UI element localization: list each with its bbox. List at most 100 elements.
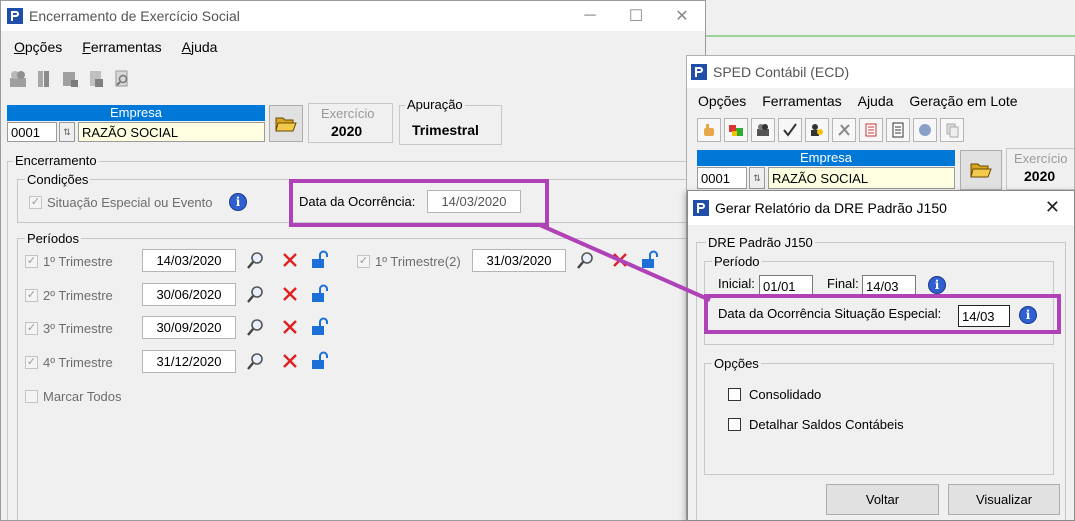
dre-dialog: Gerar Relatório da DRE Padrão J150 ✕ DRE…	[687, 190, 1075, 521]
title-bar[interactable]: SPED Contábil (ECD)	[687, 56, 1074, 88]
periodo-4-date[interactable]: 31/12/2020	[142, 350, 236, 373]
desktop-green-line	[706, 35, 1075, 37]
empresa-spin-button[interactable]: ⇅	[749, 167, 765, 189]
search-icon[interactable]	[245, 350, 267, 372]
unlock-icon[interactable]	[309, 249, 331, 271]
unlock-icon[interactable]	[639, 249, 661, 271]
menu-ferramentas[interactable]: Ferramentas	[82, 39, 161, 55]
delete-icon[interactable]	[279, 249, 301, 271]
checkbox-checked-icon: ✓	[25, 289, 38, 302]
database-icon[interactable]	[59, 68, 81, 90]
close-icon[interactable]: ✕	[659, 1, 705, 31]
apuracao-label: Apuração	[405, 97, 465, 112]
highlight-data-ocorrencia-encerramento	[289, 179, 549, 227]
periodo-3-date[interactable]: 30/09/2020	[142, 316, 236, 339]
periodos-group	[17, 238, 703, 520]
periodo-1-checkbox[interactable]: ✓ 1º Trimestre	[25, 254, 113, 269]
empresa-header: Empresa	[7, 105, 265, 121]
checkbox-checked-icon: ✓	[29, 196, 42, 209]
delete-icon[interactable]	[279, 316, 301, 338]
dialog-title-bar[interactable]: Gerar Relatório da DRE Padrão J150 ✕	[688, 191, 1074, 225]
unlock-icon[interactable]	[309, 283, 331, 305]
document-lock-icon[interactable]	[85, 68, 107, 90]
menu-ajuda[interactable]: Ajuda	[182, 39, 218, 55]
open-folder-button[interactable]	[269, 105, 303, 142]
marcar-todos-checkbox[interactable]: Marcar Todos	[25, 389, 122, 404]
checkbox-checked-icon: ✓	[25, 322, 38, 335]
books-icon[interactable]	[33, 68, 55, 90]
dialog-title: Gerar Relatório da DRE Padrão J150	[715, 200, 947, 216]
search-icon[interactable]	[245, 283, 267, 305]
search-icon[interactable]	[245, 249, 267, 271]
person-search-icon[interactable]	[805, 118, 829, 142]
menu-ajuda[interactable]: Ajuda	[858, 93, 894, 109]
empresa-code-field[interactable]: 0001	[7, 122, 57, 142]
highlight-data-ocorrencia-dre	[704, 294, 1061, 334]
copy-icon[interactable]	[940, 118, 964, 142]
users-icon[interactable]	[751, 118, 775, 142]
periodo-2-checkbox[interactable]: ✓ 2º Trimestre	[25, 288, 113, 303]
checkbox-checked-icon: ✓	[25, 356, 38, 369]
exercicio-label: Exercício	[1012, 151, 1070, 166]
tools-icon[interactable]	[832, 118, 856, 142]
encerramento-label: Encerramento	[13, 153, 99, 168]
encerramento-window: Encerramento de Exercício Social ─ ☐ ✕ O…	[0, 0, 706, 521]
periodo-4-checkbox[interactable]: ✓ 4º Trimestre	[25, 355, 113, 370]
report-search-icon[interactable]	[111, 68, 133, 90]
inicial-label: Inicial:	[718, 276, 755, 291]
menu-opcoes[interactable]: Opções	[14, 39, 62, 55]
checkbox-checked-icon: ✓	[357, 255, 370, 268]
open-folder-icon	[970, 163, 992, 178]
condicoes-label: Condições	[25, 172, 91, 187]
list-icon[interactable]	[859, 118, 883, 142]
checkbox-checked-icon: ✓	[25, 255, 38, 268]
empresa-spin-button[interactable]: ⇅	[59, 122, 75, 142]
hand-icon[interactable]	[697, 118, 721, 142]
menu-geracao-lote[interactable]: Geração em Lote	[909, 93, 1017, 109]
visualizar-button[interactable]: Visualizar	[948, 484, 1060, 515]
apuracao-value: Trimestral	[412, 122, 479, 138]
checkbox-unchecked-icon	[25, 390, 38, 403]
info-icon[interactable]: i	[227, 191, 249, 213]
checkmark-icon[interactable]	[778, 118, 802, 142]
periodo-2-date[interactable]: 30/06/2020	[142, 283, 236, 306]
users-icon[interactable]	[7, 68, 29, 90]
periodo-3-checkbox[interactable]: ✓ 3º Trimestre	[25, 321, 113, 336]
periodo-1-date[interactable]: 14/03/2020	[142, 249, 236, 272]
open-folder-button[interactable]	[960, 150, 1002, 190]
app-logo-icon	[691, 64, 707, 80]
app-logo-icon	[7, 8, 23, 24]
periodo-extra-checkbox[interactable]: ✓ 1º Trimestre(2)	[357, 254, 461, 269]
document-icon[interactable]	[886, 118, 910, 142]
title-bar[interactable]: Encerramento de Exercício Social ─ ☐ ✕	[1, 1, 705, 31]
unlock-icon[interactable]	[309, 350, 331, 372]
close-icon[interactable]: ✕	[1045, 197, 1060, 218]
exercicio-label: Exercício	[319, 106, 377, 121]
search-icon[interactable]	[575, 249, 597, 271]
delete-icon[interactable]	[279, 350, 301, 372]
opcoes-label: Opções	[712, 356, 761, 371]
menu-ferramentas[interactable]: Ferramentas	[762, 93, 841, 109]
empresa-name-field[interactable]: RAZÃO SOCIAL	[768, 167, 955, 189]
delete-icon[interactable]	[609, 249, 631, 271]
info-icon[interactable]: i	[926, 274, 948, 296]
empresa-code-field[interactable]: 0001	[697, 167, 747, 189]
voltar-button[interactable]: Voltar	[826, 484, 939, 515]
periodos-label: Períodos	[25, 231, 82, 246]
consolidado-checkbox[interactable]: Consolidado	[728, 387, 821, 402]
periodo-label: Período	[712, 254, 762, 269]
maximize-icon[interactable]: ☐	[613, 1, 659, 31]
delete-icon[interactable]	[279, 283, 301, 305]
detalhar-saldos-checkbox[interactable]: Detalhar Saldos Contábeis	[728, 417, 904, 432]
minimize-icon[interactable]: ─	[567, 1, 613, 31]
window-title: SPED Contábil (ECD)	[713, 64, 850, 80]
search-icon[interactable]	[245, 316, 267, 338]
periodo-extra-date[interactable]: 31/03/2020	[472, 249, 566, 272]
unlock-icon[interactable]	[309, 316, 331, 338]
database-icon[interactable]	[913, 118, 937, 142]
empresa-name-field[interactable]: RAZÃO SOCIAL	[78, 122, 265, 142]
checkbox-unchecked-icon	[728, 388, 741, 401]
situacao-especial-checkbox[interactable]: ✓ Situação Especial ou Evento	[29, 195, 213, 210]
menu-opcoes[interactable]: Opções	[698, 93, 746, 109]
users-color-icon[interactable]	[724, 118, 748, 142]
